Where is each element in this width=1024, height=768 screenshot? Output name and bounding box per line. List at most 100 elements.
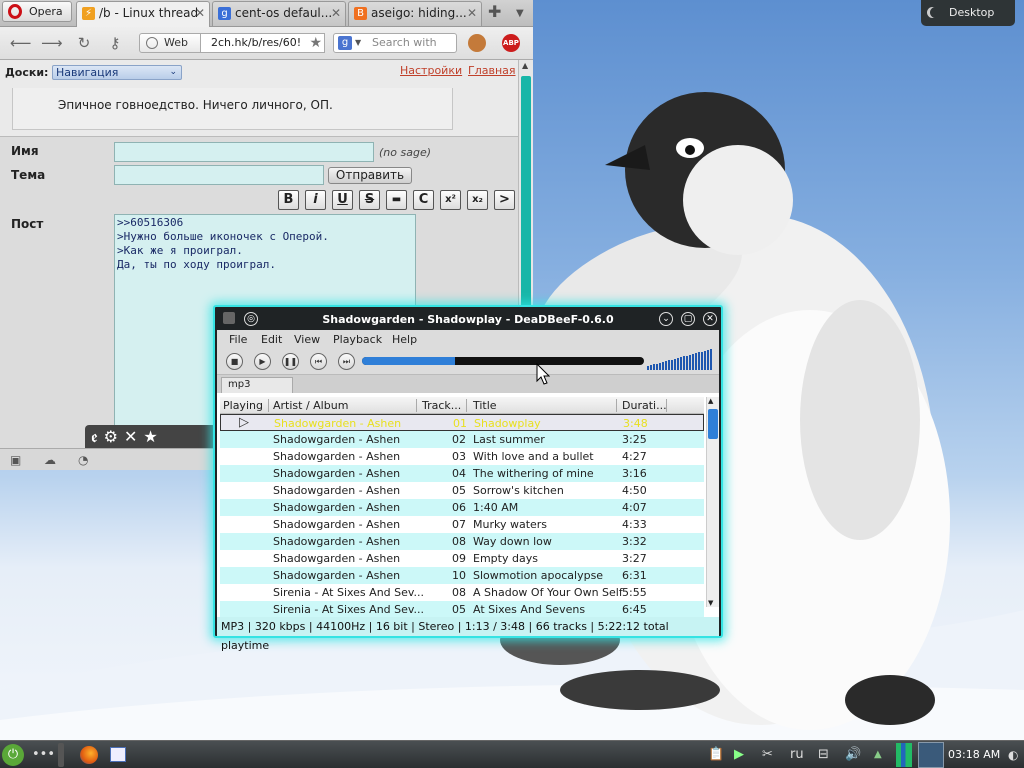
- close-icon[interactable]: ✕: [195, 2, 205, 25]
- cpu-monitor-icon[interactable]: [896, 743, 912, 767]
- next-icon[interactable]: ⏭: [338, 353, 355, 370]
- deadbeef-tray-icon[interactable]: ▶: [734, 746, 744, 764]
- star-icon[interactable]: ★: [143, 427, 163, 446]
- table-row[interactable]: Sirenia - At Sixes And Sev... 08 A Shadow …: [220, 584, 704, 601]
- code-button[interactable]: C: [413, 190, 434, 210]
- opera-unite-icon[interactable]: ꬲ: [91, 427, 104, 446]
- table-row[interactable]: Shadowgarden - Ashen 10 Slowmotion apocaly…: [220, 567, 704, 584]
- address-field[interactable]: 2ch.hk/b/res/60! ★: [201, 33, 325, 53]
- bookmark-star-icon[interactable]: ★: [309, 34, 322, 52]
- menu-help[interactable]: Help: [392, 333, 417, 346]
- table-row[interactable]: Shadowgarden - Ashen 06 1:40 AM 4:07: [220, 499, 704, 516]
- stop-icon[interactable]: ■: [226, 353, 243, 370]
- bold-button[interactable]: B: [278, 190, 299, 210]
- previous-icon[interactable]: ⏮: [310, 353, 327, 370]
- volume-icon[interactable]: 🔊: [845, 746, 861, 764]
- tab-linux-thread[interactable]: ⚡ /b - Linux thread ✕: [76, 1, 210, 27]
- table-row[interactable]: Sirenia - At Sixes And Sev... 05 At Sixes …: [220, 601, 704, 618]
- gear-icon[interactable]: ⚙: [104, 427, 124, 446]
- menu-playback[interactable]: Playback: [333, 333, 382, 346]
- keyboard-layout[interactable]: ru: [790, 746, 804, 764]
- start-menu-icon[interactable]: ⏻: [2, 744, 24, 766]
- opera-menu-button[interactable]: Opera: [2, 1, 72, 22]
- more-apps-icon[interactable]: •••: [32, 746, 55, 764]
- topic-input[interactable]: [114, 165, 324, 185]
- maximize-icon[interactable]: ▢: [681, 312, 695, 326]
- settings-link[interactable]: Настройки: [400, 64, 462, 77]
- scroll-up-icon[interactable]: ▲: [522, 61, 528, 70]
- play-icon[interactable]: ▶: [254, 353, 271, 370]
- column-track[interactable]: Track...: [422, 399, 461, 412]
- table-row[interactable]: Shadowgarden - Ashen 07 Murky waters 4:33: [220, 516, 704, 533]
- submit-button[interactable]: Отправить: [328, 167, 412, 184]
- column-artist-album[interactable]: Artist / Album: [273, 399, 348, 412]
- tab-aseigo[interactable]: B aseigo: hiding... ✕: [348, 1, 482, 26]
- firefox-icon[interactable]: [80, 746, 98, 764]
- desktop-button[interactable]: Desktop: [921, 0, 1015, 26]
- close-icon[interactable]: ✕: [331, 2, 341, 25]
- superscript-button[interactable]: x²: [440, 190, 461, 210]
- clipboard-icon[interactable]: 📋: [708, 746, 724, 764]
- menu-edit[interactable]: Edit: [261, 333, 282, 346]
- file-manager-icon[interactable]: [110, 747, 126, 762]
- column-duration[interactable]: Durati...: [622, 399, 667, 412]
- italic-button[interactable]: i: [305, 190, 326, 210]
- panel-toggle-icon[interactable]: ▣: [10, 453, 21, 467]
- column-title[interactable]: Title: [473, 399, 497, 412]
- table-row[interactable]: ▷ Shadowgarden - Ashen 01 Shadowplay 3:48: [220, 414, 704, 431]
- speed-dial-icon[interactable]: ◔: [78, 453, 88, 467]
- strike-button[interactable]: S: [359, 190, 380, 210]
- quote-button[interactable]: >: [494, 190, 515, 210]
- back-icon[interactable]: ⟵: [10, 33, 32, 53]
- table-row[interactable]: Shadowgarden - Ashen 05 Sorrow's kitchen 4:…: [220, 482, 704, 499]
- topic-label: Тема: [11, 168, 46, 182]
- menu-view[interactable]: View: [294, 333, 320, 346]
- volume-bar[interactable]: [647, 349, 717, 370]
- playlist-tab-mp3[interactable]: mp3: [221, 377, 293, 393]
- playlist-scrollbar[interactable]: ▲ ▼: [706, 397, 719, 607]
- adblock-icon[interactable]: ABP: [502, 34, 520, 52]
- subscript-button[interactable]: x₂: [467, 190, 488, 210]
- reload-icon[interactable]: ↻: [74, 33, 94, 53]
- navigation-bar: ⟵ ⟶ ↻ ⚷ Web 2ch.hk/b/res/60! ★ g ▼ Searc…: [0, 27, 533, 60]
- moon-icon[interactable]: ◐: [1008, 746, 1018, 764]
- table-row[interactable]: Shadowgarden - Ashen 09 Empty days 3:27: [220, 550, 704, 567]
- navigation-select[interactable]: Навигация ⌄: [52, 65, 182, 80]
- tray-arrow-icon[interactable]: ▲: [874, 746, 882, 764]
- desktop-pager[interactable]: [918, 742, 944, 768]
- table-row[interactable]: Shadowgarden - Ashen 02 Last summer 3:25: [220, 431, 704, 448]
- table-row[interactable]: Shadowgarden - Ashen 03 With love and a bu…: [220, 448, 704, 465]
- extension-icon[interactable]: [468, 34, 486, 52]
- forward-icon[interactable]: ⟶: [41, 33, 63, 53]
- key-icon[interactable]: ⚷: [105, 33, 125, 53]
- scroll-up-icon[interactable]: ▲: [708, 397, 713, 405]
- table-row[interactable]: Shadowgarden - Ashen 04 The withering of m…: [220, 465, 704, 482]
- close-icon[interactable]: ✕: [124, 427, 143, 446]
- spoiler-button[interactable]: ▬: [386, 190, 407, 210]
- column-playing[interactable]: Playing: [223, 399, 263, 412]
- scrollbar-thumb[interactable]: [521, 76, 531, 309]
- tab-cent-os[interactable]: g cent-os defaul... ✕: [212, 1, 346, 26]
- pause-icon[interactable]: ❚❚: [282, 353, 299, 370]
- close-icon[interactable]: ✕: [703, 312, 717, 326]
- home-link[interactable]: Главная: [468, 64, 516, 77]
- underline-button[interactable]: U: [332, 190, 353, 210]
- seek-bar[interactable]: [362, 357, 644, 365]
- minimize-icon[interactable]: ⌄: [659, 312, 673, 326]
- cell-title: Last summer: [473, 433, 545, 446]
- new-tab-icon[interactable]: ✚: [488, 3, 501, 21]
- playlist-scrollbar-thumb[interactable]: [708, 409, 718, 439]
- tab-menu-chevron-icon[interactable]: ▼: [516, 5, 524, 23]
- search-field[interactable]: g ▼ Search with: [333, 33, 457, 53]
- name-input[interactable]: [114, 142, 374, 162]
- table-row[interactable]: Shadowgarden - Ashen 08 Way down low 3:32: [220, 533, 704, 550]
- scroll-down-icon[interactable]: ▼: [708, 599, 713, 607]
- close-icon[interactable]: ✕: [467, 2, 477, 25]
- cloud-icon[interactable]: ☁: [44, 453, 56, 467]
- network-icon[interactable]: ⊟: [818, 746, 829, 764]
- address-mode-badge[interactable]: Web: [139, 33, 201, 53]
- menu-file[interactable]: File: [229, 333, 247, 346]
- scissors-icon[interactable]: ✂: [762, 746, 773, 764]
- search-engine-chevron-icon[interactable]: ▼: [355, 34, 361, 52]
- no-sage-label: (no sage): [379, 146, 432, 159]
